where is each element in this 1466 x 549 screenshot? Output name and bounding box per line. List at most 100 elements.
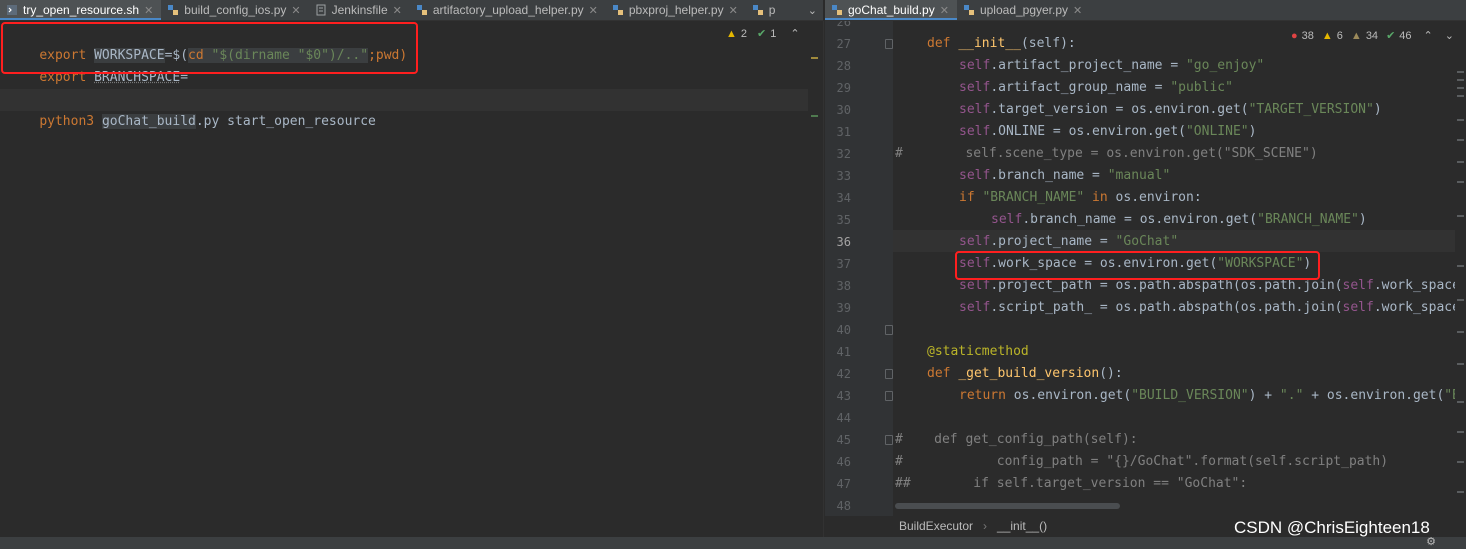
marker: [1457, 401, 1464, 403]
code-line-43: return os.environ.get("BUILD_VERSION") +…: [959, 388, 1460, 403]
warning-icon: ▲: [1321, 29, 1333, 42]
right-editor[interactable]: 26 27 28 29 30 31 32 33 34 35 36 37 38 39 40 41 42 43 44 45…: [825, 21, 1466, 516]
inspection-widget[interactable]: ● 38 ▲ 6 ▲ 34 ✔ 46 ⌃ ⌄: [1287, 29, 1454, 42]
close-icon[interactable]: ✕: [940, 4, 949, 17]
marker: [1457, 363, 1464, 365]
inspection-widget[interactable]: ▲ 2 ✔ 1 ⌃ ⌄: [726, 27, 821, 41]
marker: [1457, 79, 1464, 81]
line-number: 28: [836, 59, 851, 73]
chevron-down-icon[interactable]: ⌄: [802, 0, 823, 20]
close-icon[interactable]: ✕: [144, 4, 153, 17]
tab-try-open-resource[interactable]: try_open_resource.sh ✕: [0, 0, 162, 20]
fold-marker[interactable]: [885, 39, 893, 49]
line-number: 30: [836, 103, 851, 117]
python-file-icon: [416, 5, 427, 15]
tab-label: goChat_build.py: [848, 3, 935, 17]
tab-truncated[interactable]: p: [746, 0, 784, 20]
line-number: 32: [836, 147, 851, 161]
line-number: 26: [836, 21, 851, 29]
tab-upload-pgyer[interactable]: upload_pgyer.py ✕: [957, 0, 1090, 20]
line-number: 44: [836, 411, 851, 425]
line-number: 27: [836, 37, 851, 51]
marker: [1457, 491, 1464, 493]
fold-marker[interactable]: [885, 369, 893, 379]
check-icon: ✔: [757, 28, 767, 40]
tab-jenkinsfile[interactable]: Jenkinsfile ✕: [309, 0, 410, 20]
chevron-up-icon[interactable]: ⌃: [1424, 29, 1433, 42]
marker: [1457, 215, 1464, 217]
marker: [1457, 299, 1464, 301]
warning-icon: ▲: [726, 27, 737, 40]
close-icon[interactable]: ✕: [393, 4, 402, 17]
python-file-icon: [963, 5, 974, 15]
code-line-27: def __init__(self):: [927, 36, 1076, 51]
close-icon[interactable]: ✕: [589, 4, 598, 17]
left-tab-bar: try_open_resource.sh ✕ build_config_ios.…: [0, 0, 823, 21]
line-number: 41: [836, 345, 851, 359]
code-line-34: if "BRANCH_NAME" in os.environ:: [959, 190, 1202, 205]
tab-artifactory-upload-helper[interactable]: artifactory_upload_helper.py ✕: [410, 0, 606, 20]
marker: [1457, 461, 1464, 463]
line-number: 33: [836, 169, 851, 183]
fold-marker[interactable]: [885, 325, 893, 335]
marker: [1457, 119, 1464, 121]
line-number: 40: [836, 323, 851, 337]
line-number: 31: [836, 125, 851, 139]
chevron-right-icon: ›: [983, 519, 988, 533]
code-line-41: @staticmethod: [927, 344, 1029, 359]
tab-build-config-ios[interactable]: build_config_ios.py ✕: [161, 0, 308, 20]
watermark: CSDN @ChrisEighteen18: [1234, 518, 1430, 537]
code-line-32: # self.scene_type = os.environ.get("SDK_…: [895, 146, 1318, 161]
breadcrumb-method[interactable]: __init__(): [997, 519, 1047, 533]
line-number: 47: [836, 477, 851, 491]
code-line-42: def _get_build_version():: [927, 366, 1123, 381]
tab-label: upload_pgyer.py: [979, 3, 1069, 17]
line-number: 37: [836, 257, 851, 271]
text-file-icon: [316, 4, 326, 16]
horizontal-scrollbar[interactable]: [895, 503, 1120, 509]
tab-label: artifactory_upload_helper.py: [432, 3, 584, 17]
left-scrollbar[interactable]: [808, 21, 822, 537]
close-icon[interactable]: ✕: [1073, 4, 1082, 17]
line-number: 45: [836, 433, 851, 447]
close-icon[interactable]: ✕: [729, 4, 738, 17]
work-space-highlight-box: [955, 251, 1320, 280]
code-line-46: # config_path = "{}/GoChat".format(self.…: [895, 454, 1389, 469]
line-number: 39: [836, 301, 851, 315]
code-line-35: self.branch_name = os.environ.get("BRANC…: [991, 212, 1367, 227]
line-number: 46: [836, 455, 851, 469]
tab-label: try_open_resource.sh: [23, 3, 140, 17]
chevron-up-icon[interactable]: ⌃: [790, 27, 799, 40]
marker: [1457, 265, 1464, 267]
code-line-4: python3 goChat_build.py start_open_resou…: [39, 114, 376, 129]
tab-label: build_config_ios.py: [184, 3, 287, 17]
breadcrumb-class[interactable]: BuildExecutor: [899, 519, 973, 533]
tab-label: Jenkinsfile: [331, 3, 388, 17]
marker-ok: [811, 115, 818, 117]
tab-pbxproj-helper[interactable]: pbxproj_helper.py ✕: [606, 0, 746, 20]
marker: [1457, 139, 1464, 141]
code-line-39: self.script_path_ = os.path.abspath(os.p…: [959, 300, 1460, 315]
check-icon: ✔: [1386, 30, 1396, 42]
python-file-icon: [168, 5, 179, 15]
tab-gochat-build[interactable]: goChat_build.py ✕: [825, 0, 957, 20]
marker: [1457, 161, 1464, 163]
tab-label: pbxproj_helper.py: [628, 3, 724, 17]
right-scrollbar[interactable]: [1455, 51, 1466, 516]
code-line-45: # def get_config_path(self):: [895, 432, 1138, 447]
fold-marker[interactable]: [885, 391, 893, 401]
code-line-47: ## if self.target_version == "GoChat":: [895, 476, 1248, 491]
fold-marker[interactable]: [885, 435, 893, 445]
marker: [1457, 181, 1464, 183]
marker: [1457, 331, 1464, 333]
chevron-down-icon[interactable]: ⌄: [1445, 29, 1454, 42]
line-number: 38: [836, 279, 851, 293]
error-icon: ●: [1291, 29, 1298, 42]
marker: [1457, 87, 1464, 89]
code-line-31: self.ONLINE = os.environ.get("ONLINE"): [959, 124, 1257, 139]
close-icon[interactable]: ✕: [291, 4, 300, 17]
tab-label: p: [768, 3, 776, 17]
code-line-29: self.artifact_group_name = "public": [959, 80, 1233, 95]
python-file-icon: [752, 5, 763, 15]
left-editor[interactable]: export WORKSPACE=$(cd "$(dirname "$0")/.…: [0, 21, 824, 537]
